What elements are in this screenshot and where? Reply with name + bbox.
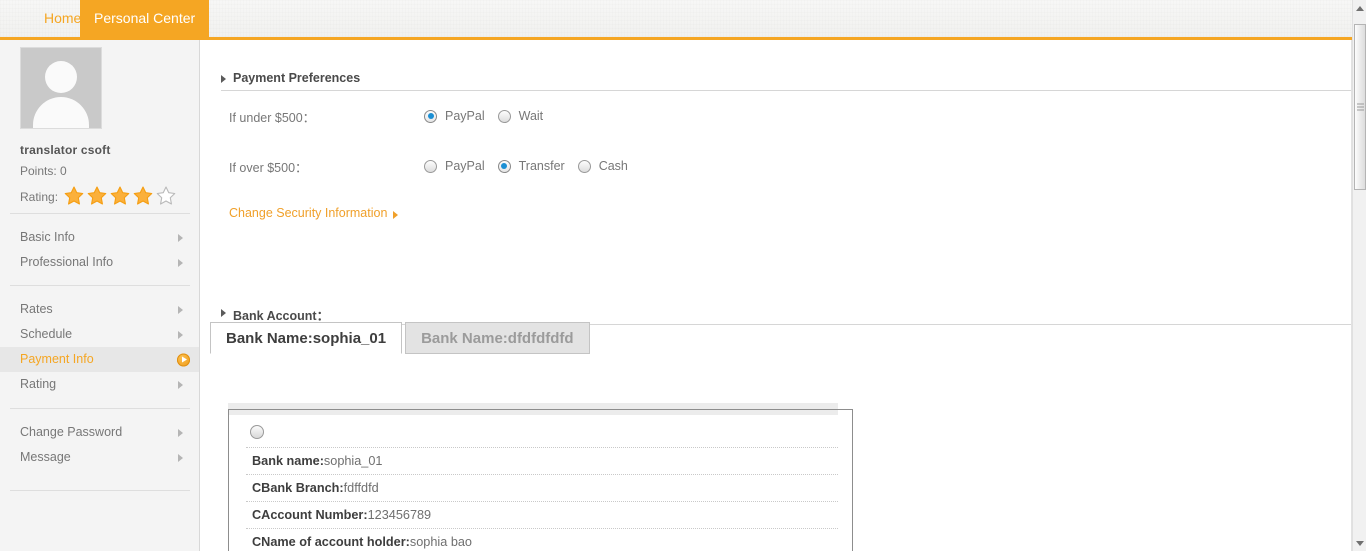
- account-detail-value: sophia_01: [323, 454, 383, 468]
- sidebar-divider-top: [10, 213, 190, 214]
- bank-account-detail-panel: Bank name:sophia_01 CBank Branch:fdffdfd C…: [228, 403, 853, 551]
- label-if-over-500: If over $500：: [229, 161, 308, 175]
- bank-account-tabs[interactable]: Bank Name:sophia_01 Bank Name:dfdfdfdfd: [210, 322, 590, 354]
- account-detail-row: CBank Branch:fdffdfd: [246, 475, 838, 502]
- sidebar-item-rating[interactable]: Rating: [0, 372, 199, 397]
- star-filled-icon: [63, 185, 85, 206]
- page-scrollbar[interactable]: [1352, 0, 1366, 551]
- chevron-right-icon: [178, 233, 183, 242]
- top-navigation-bar: Home Personal Center: [0, 0, 1352, 40]
- account-select-radio[interactable]: [250, 425, 264, 439]
- account-detail-label: CBank Branch:: [252, 481, 344, 495]
- chevron-right-icon: [178, 330, 183, 339]
- bank-account-tab-label: Bank Name:sophia_01: [226, 330, 387, 347]
- sidebar-item-label: Message: [20, 450, 71, 464]
- radio-under500-wait[interactable]: Wait: [497, 109, 544, 123]
- section-rule-payment-preferences: [221, 90, 1351, 91]
- account-detail-row: Bank name:sophia_01: [246, 448, 838, 475]
- radio-over500-transfer[interactable]: Transfer: [497, 159, 565, 173]
- label-if-under-500: If under $500：: [229, 111, 316, 125]
- chevron-right-icon: [178, 428, 183, 437]
- left-sidebar: translator csoft Points: 0 Rating: Basic…: [0, 40, 200, 551]
- sidebar-item-label: Rating: [20, 377, 57, 391]
- nav-tab-personal-center[interactable]: Personal Center: [80, 0, 210, 37]
- main-content: Payment Preferences If under $500： PayPa…: [201, 40, 1352, 551]
- chevron-right-icon: [178, 305, 183, 314]
- panel-rows: Bank name:sophia_01 CBank Branch:fdffdfd C…: [246, 421, 838, 551]
- radio-group-if-under-500[interactable]: PayPal Wait: [424, 109, 556, 123]
- sidebar-item-message[interactable]: Message: [0, 445, 199, 470]
- radio-label: Wait: [518, 109, 544, 123]
- radio-group-if-over-500[interactable]: PayPal Transfer Cash: [424, 159, 641, 173]
- sidebar-item-schedule[interactable]: Schedule: [0, 322, 199, 347]
- radio-label: Transfer: [518, 159, 565, 173]
- triangle-up-icon: [1356, 6, 1364, 11]
- sidebar-item-label: Schedule: [20, 327, 73, 341]
- chevron-right-icon: [178, 258, 183, 267]
- account-detail-value: fdffdfd: [343, 481, 379, 495]
- sidebar-divider-bottom: [10, 490, 190, 491]
- user-name: translator csoft: [20, 143, 111, 157]
- radio-over500-paypal[interactable]: PayPal: [424, 159, 485, 173]
- avatar: [20, 47, 102, 129]
- chevron-right-circle-icon: [177, 353, 190, 366]
- account-detail-label: CAccount Number:: [252, 508, 368, 522]
- radio-checked-icon[interactable]: [497, 159, 511, 173]
- scrollbar-down-arrow-icon[interactable]: [1353, 535, 1366, 551]
- sidebar-item-label: Rates: [20, 302, 53, 316]
- bank-account-tab-2[interactable]: Bank Name:dfdfdfdfd: [405, 322, 590, 354]
- page-root: Home Personal Center translator csoft Po…: [0, 0, 1366, 551]
- triangle-down-icon: [1356, 541, 1364, 546]
- radio-label: PayPal: [445, 109, 485, 123]
- avatar-body-shape: [33, 97, 89, 128]
- user-points: Points: 0: [20, 164, 67, 178]
- account-detail-row: CAccount Number:123456789: [246, 502, 838, 529]
- sidebar-divider-2: [10, 408, 190, 409]
- radio-under500-paypal[interactable]: PayPal: [424, 109, 485, 123]
- sidebar-item-label: Change Password: [20, 425, 123, 439]
- account-detail-row: CName of account holder:sophia bao: [246, 529, 838, 551]
- scrollbar-grip-icon: [1357, 103, 1364, 111]
- account-detail-label: CName of account holder:: [252, 535, 410, 549]
- radio-over500-cash[interactable]: Cash: [577, 159, 628, 173]
- chevron-right-icon: [178, 453, 183, 462]
- star-filled-icon: [132, 185, 154, 206]
- radio-unchecked-icon[interactable]: [497, 109, 511, 123]
- sidebar-item-rates[interactable]: Rates: [0, 297, 199, 322]
- nav-tab-personal-center-label: Personal Center: [94, 10, 196, 26]
- sidebar-item-label: Basic Info: [20, 230, 75, 244]
- sidebar-item-label: Professional Info: [20, 255, 114, 269]
- bank-account-tab-label: Bank Name:dfdfdfdfd: [421, 330, 574, 347]
- sidebar-item-basic-info[interactable]: Basic Info: [0, 225, 199, 250]
- account-detail-label: Bank name:: [252, 454, 324, 468]
- chevron-right-icon: [178, 380, 183, 389]
- bank-account-tab-1[interactable]: Bank Name:sophia_01: [210, 322, 403, 354]
- account-detail-value: 123456789: [367, 508, 432, 522]
- radio-unchecked-icon[interactable]: [577, 159, 591, 173]
- account-select-row[interactable]: [246, 421, 838, 448]
- sidebar-item-label: Payment Info: [20, 352, 94, 366]
- scrollbar-up-arrow-icon[interactable]: [1353, 0, 1366, 16]
- user-rating: Rating:: [20, 185, 178, 209]
- account-detail-rows: Bank name:sophia_01 CBank Branch:fdffdfd C…: [246, 448, 838, 551]
- sidebar-item-payment-info[interactable]: Payment Info: [0, 347, 199, 372]
- account-detail-value: sophia bao: [409, 535, 472, 549]
- sidebar-item-professional-info[interactable]: Professional Info: [0, 250, 199, 275]
- radio-checked-icon[interactable]: [424, 109, 437, 123]
- star-filled-icon: [86, 185, 108, 206]
- rating-stars: [63, 185, 178, 209]
- sidebar-divider-1: [10, 285, 190, 286]
- rating-label: Rating:: [20, 190, 59, 204]
- star-empty-icon: [155, 185, 177, 206]
- star-filled-icon: [109, 185, 131, 206]
- change-security-information-link[interactable]: Change Security Information: [229, 206, 399, 220]
- radio-label: PayPal: [445, 159, 485, 173]
- radio-unchecked-icon[interactable]: [424, 159, 437, 173]
- radio-label: Cash: [598, 159, 628, 173]
- section-title-payment-preferences: Payment Preferences: [221, 71, 360, 85]
- sidebar-item-change-password[interactable]: Change Password: [0, 420, 199, 445]
- avatar-head-shape: [45, 61, 77, 93]
- scrollbar-thumb[interactable]: [1354, 24, 1366, 190]
- nav-tab-home-label: Home: [44, 10, 82, 26]
